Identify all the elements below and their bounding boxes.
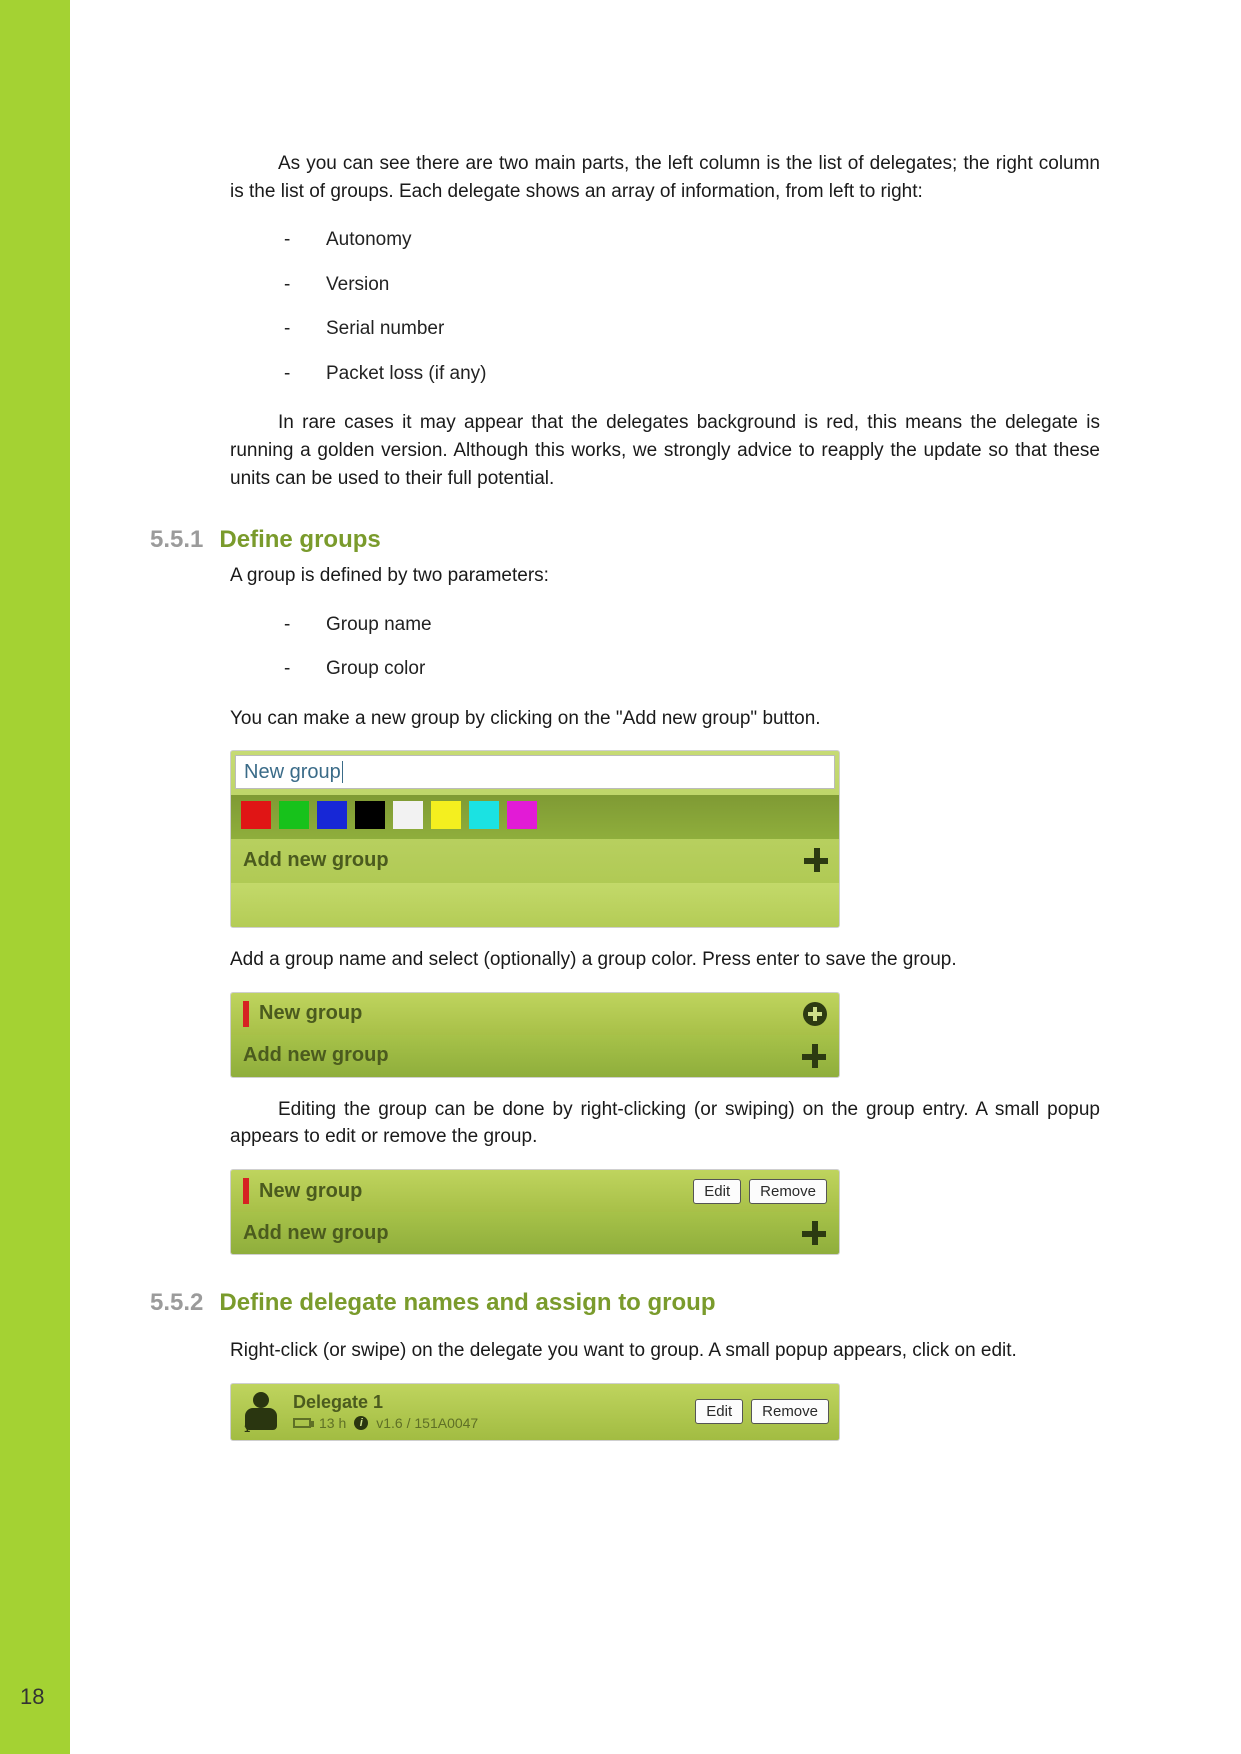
group-row-label: New group [259, 1002, 362, 1025]
add-new-group-row[interactable]: Add new group [231, 1212, 839, 1254]
list-item: Group name [270, 612, 1130, 639]
plus-icon [801, 1043, 827, 1069]
color-swatch-blue[interactable] [317, 801, 347, 829]
add-new-group-label: Add new group [243, 1222, 389, 1245]
heading-title: Define delegate names and assign to grou… [219, 1289, 715, 1317]
text-cursor [342, 761, 343, 783]
intro-paragraph-1: As you can see there are two main parts,… [230, 150, 1100, 205]
list-item: Group color [270, 656, 1130, 683]
delegate-version-serial: v1.6 / 151A0047 [376, 1415, 478, 1431]
group-color-indicator [243, 1178, 249, 1204]
group-name-input-value: New group [244, 761, 341, 784]
group-name-input[interactable]: New group [235, 755, 835, 789]
figure-new-group-panel: New group Add new group [230, 750, 840, 928]
heading-number: 5.5.2 [150, 1289, 203, 1317]
plus-icon [801, 1220, 827, 1246]
color-swatch-yellow[interactable] [431, 801, 461, 829]
avatar-icon: 1 [241, 1390, 281, 1434]
heading-552: 5.5.2 Define delegate names and assign t… [150, 1289, 1130, 1317]
sec551-paragraph-4: Editing the group can be done by right-c… [230, 1096, 1100, 1151]
page-number: 18 [20, 1684, 44, 1710]
edit-button[interactable]: Edit [695, 1399, 743, 1424]
figure-group-saved: New group Add new group [230, 992, 840, 1078]
add-new-group-row[interactable]: Add new group [231, 1035, 839, 1077]
figure-delegate-row[interactable]: 1 Delegate 1 13 h i v1.6 / 151A0047 Edit [230, 1383, 840, 1441]
edit-button[interactable]: Edit [693, 1179, 741, 1204]
color-swatch-green[interactable] [279, 801, 309, 829]
plus-icon [803, 847, 829, 873]
heading-title: Define groups [219, 526, 380, 554]
left-accent-bar [0, 0, 70, 1754]
group-row[interactable]: New group [231, 993, 839, 1035]
delegate-battery: 13 h [319, 1415, 346, 1431]
sec551-paragraph-2: You can make a new group by clicking on … [230, 705, 1100, 733]
group-row[interactable]: New group Edit Remove [231, 1170, 839, 1212]
sec551-paragraph-3: Add a group name and select (optionally)… [230, 946, 1100, 974]
sec551-list: Group name Group color [270, 612, 1130, 683]
add-to-group-icon[interactable] [803, 1002, 827, 1026]
list-item: Autonomy [270, 227, 1130, 254]
remove-button[interactable]: Remove [749, 1179, 827, 1204]
add-new-group-label: Add new group [243, 1044, 389, 1067]
remove-button[interactable]: Remove [751, 1399, 829, 1424]
sec552-paragraph-1: Right-click (or swipe) on the delegate y… [230, 1337, 1100, 1365]
color-swatch-black[interactable] [355, 801, 385, 829]
color-swatch-magenta[interactable] [507, 801, 537, 829]
group-color-indicator [243, 1001, 249, 1027]
delegate-name: Delegate 1 [293, 1392, 478, 1413]
info-icon: i [354, 1416, 368, 1430]
figure-group-context-menu: New group Edit Remove Add new group [230, 1169, 840, 1255]
battery-icon [293, 1418, 311, 1428]
color-swatch-cyan[interactable] [469, 801, 499, 829]
color-swatch-red[interactable] [241, 801, 271, 829]
group-row-label: New group [259, 1180, 362, 1203]
add-new-group-label: Add new group [243, 849, 389, 872]
list-item: Version [270, 272, 1130, 299]
list-item: Packet loss (if any) [270, 361, 1130, 388]
heading-551: 5.5.1 Define groups [150, 526, 1130, 554]
intro-paragraph-2: In rare cases it may appear that the del… [230, 409, 1100, 492]
delegate-info: Delegate 1 13 h i v1.6 / 151A0047 [293, 1392, 478, 1431]
color-palette [231, 795, 839, 839]
color-swatch-white[interactable] [393, 801, 423, 829]
page-content: As you can see there are two main parts,… [150, 150, 1130, 1459]
sec551-paragraph-1: A group is defined by two parameters: [230, 562, 1100, 590]
intro-list: Autonomy Version Serial number Packet lo… [270, 227, 1130, 387]
panel-spacer [231, 883, 839, 927]
add-new-group-row[interactable]: Add new group [231, 839, 839, 883]
list-item: Serial number [270, 316, 1130, 343]
heading-number: 5.5.1 [150, 526, 203, 554]
